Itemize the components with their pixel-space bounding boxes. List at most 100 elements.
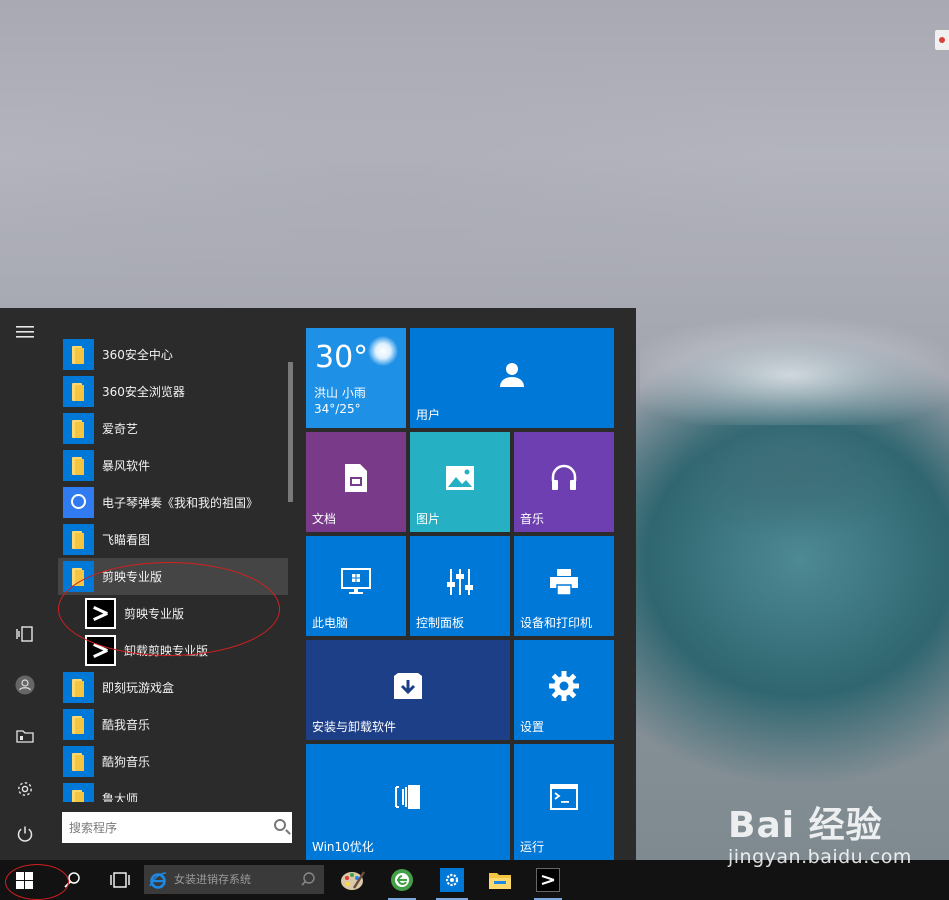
capcut-taskbar-button[interactable] (528, 860, 568, 900)
watermark-brand: Bai 经验 (728, 805, 883, 846)
ie-icon (149, 871, 167, 889)
tile-label: 设备和打印机 (520, 616, 593, 630)
install-box-icon (394, 673, 422, 699)
folder-icon (63, 450, 94, 481)
tile-label: Win10优化 (312, 840, 374, 854)
run-icon (550, 784, 578, 811)
tablet-mode-icon[interactable] (0, 614, 50, 654)
settings-app-button[interactable] (430, 860, 474, 900)
run-tile[interactable]: 运行 (514, 744, 614, 860)
folder-icon (63, 783, 94, 802)
tile-label: 音乐 (520, 512, 545, 526)
task-view-button[interactable] (100, 860, 140, 900)
app-item-360-browser[interactable]: 360安全浏览器 (58, 373, 288, 410)
tile-label: 安装与卸载软件 (312, 720, 397, 734)
search-icon[interactable] (274, 819, 286, 831)
tile-label: 文档 (312, 512, 337, 526)
app-label: 爱奇艺 (102, 422, 139, 436)
360-browser-icon (391, 869, 413, 891)
search-icon[interactable] (300, 871, 316, 887)
install-uninstall-tile[interactable]: 安装与卸载软件 (306, 640, 510, 740)
app-label: 酷狗音乐 (102, 755, 151, 769)
app-item-jike-game-box[interactable]: 即刻玩游戏盒 (58, 669, 288, 706)
settings-tile[interactable]: 设置 (514, 640, 614, 740)
weather-location: 洪山 小雨 (314, 386, 366, 400)
app-item-baofeng[interactable]: 暴风软件 (58, 447, 288, 484)
capcut-icon (85, 635, 116, 666)
control-panel-tile[interactable]: 控制面板 (410, 536, 510, 636)
app-label: 剪映专业版 (102, 570, 163, 584)
start-button[interactable] (0, 860, 48, 900)
taskbar-search-input[interactable] (172, 872, 296, 887)
tile-label: 运行 (520, 840, 545, 854)
file-explorer-icon (489, 873, 511, 889)
folder-icon (63, 376, 94, 407)
weather-tile[interactable]: 30° 洪山 小雨 34°/25° (306, 328, 406, 428)
app-label: 即刻玩游戏盒 (102, 681, 175, 695)
wallpaper-wave (640, 305, 949, 425)
app-item-kugou-music[interactable]: 酷狗音乐 (58, 743, 288, 780)
taskbar-search-box[interactable] (144, 865, 324, 894)
app-label: 剪映专业版 (124, 607, 185, 621)
app-item-feimiao-viewer[interactable]: 飞瞄看图 (58, 521, 288, 558)
person-icon (500, 363, 524, 387)
360-browser-button[interactable] (382, 860, 422, 900)
user-account-icon[interactable] (0, 665, 50, 705)
folder-icon (63, 561, 94, 592)
picture-icon (446, 466, 474, 490)
app-item-piano-video[interactable]: 电子琴弹奏《我和我的祖国》 (58, 484, 288, 521)
file-explorer-button[interactable] (480, 860, 520, 900)
gear-icon (549, 671, 579, 701)
win10-optimize-tile[interactable]: Win10优化 (306, 744, 510, 860)
settings-app-icon (440, 868, 464, 892)
scrollbar-thumb[interactable] (288, 362, 293, 502)
documents-tile[interactable]: 文档 (306, 432, 406, 532)
start-menu: 360安全中心 360安全浏览器 爱奇艺 暴风软件 电子琴弹奏《我和我的祖国》 … (0, 308, 636, 860)
app-label: 卸载剪映专业版 (124, 644, 209, 658)
app-item-iqiyi[interactable]: 爱奇艺 (58, 410, 288, 447)
tile-label: 用户 (416, 408, 441, 422)
app-label: 鲁大师 (102, 792, 139, 802)
program-search-box[interactable] (62, 812, 292, 843)
paint-icon (341, 871, 366, 890)
sliders-icon (447, 569, 473, 595)
document-icon (345, 464, 367, 492)
baidu-jingyan-watermark: Bai 经验 jingyan.baidu.com (728, 796, 912, 868)
app-label: 360安全中心 (102, 348, 173, 362)
documents-icon[interactable] (0, 715, 50, 755)
monitor-icon (341, 568, 371, 594)
cortana-search-button[interactable] (52, 860, 92, 900)
app-label: 360安全浏览器 (102, 385, 185, 399)
baidu-netdisk-icon (63, 487, 94, 518)
desktop-app-icon[interactable] (935, 30, 949, 50)
paint-app-button[interactable] (333, 860, 373, 900)
folder-icon (63, 709, 94, 740)
app-list: 360安全中心 360安全浏览器 爱奇艺 暴风软件 电子琴弹奏《我和我的祖国》 … (58, 336, 288, 802)
power-icon[interactable] (0, 814, 50, 854)
app-folder-capcut-pro[interactable]: 剪映专业版 (58, 558, 288, 595)
devices-printers-tile[interactable]: 设备和打印机 (514, 536, 614, 636)
app-item-capcut-pro[interactable]: 剪映专业版 (58, 595, 288, 632)
tile-label: 此电脑 (312, 616, 349, 630)
tile-label: 设置 (520, 720, 545, 734)
this-pc-tile[interactable]: 此电脑 (306, 536, 406, 636)
app-label: 飞瞄看图 (102, 533, 151, 547)
program-search-input[interactable] (67, 813, 261, 842)
watermark-url: jingyan.baidu.com (728, 846, 912, 868)
music-tile[interactable]: 音乐 (514, 432, 614, 532)
capcut-icon (85, 598, 116, 629)
app-item-ludashi[interactable]: 鲁大师 (58, 780, 288, 802)
app-list-scrollbar[interactable] (288, 328, 293, 802)
folder-icon (63, 672, 94, 703)
folder-icon (63, 524, 94, 555)
weather-temperature: 30° (315, 340, 369, 375)
app-item-uninstall-capcut-pro[interactable]: 卸载剪映专业版 (58, 632, 288, 669)
hamburger-menu-icon[interactable] (0, 312, 50, 352)
tile-label: 控制面板 (416, 616, 465, 630)
settings-icon[interactable] (0, 769, 50, 809)
pictures-tile[interactable]: 图片 (410, 432, 510, 532)
user-tile[interactable]: 用户 (410, 328, 614, 428)
app-item-360-security-center[interactable]: 360安全中心 (58, 336, 288, 373)
app-item-kuwo-music[interactable]: 酷我音乐 (58, 706, 288, 743)
folder-icon (63, 746, 94, 777)
